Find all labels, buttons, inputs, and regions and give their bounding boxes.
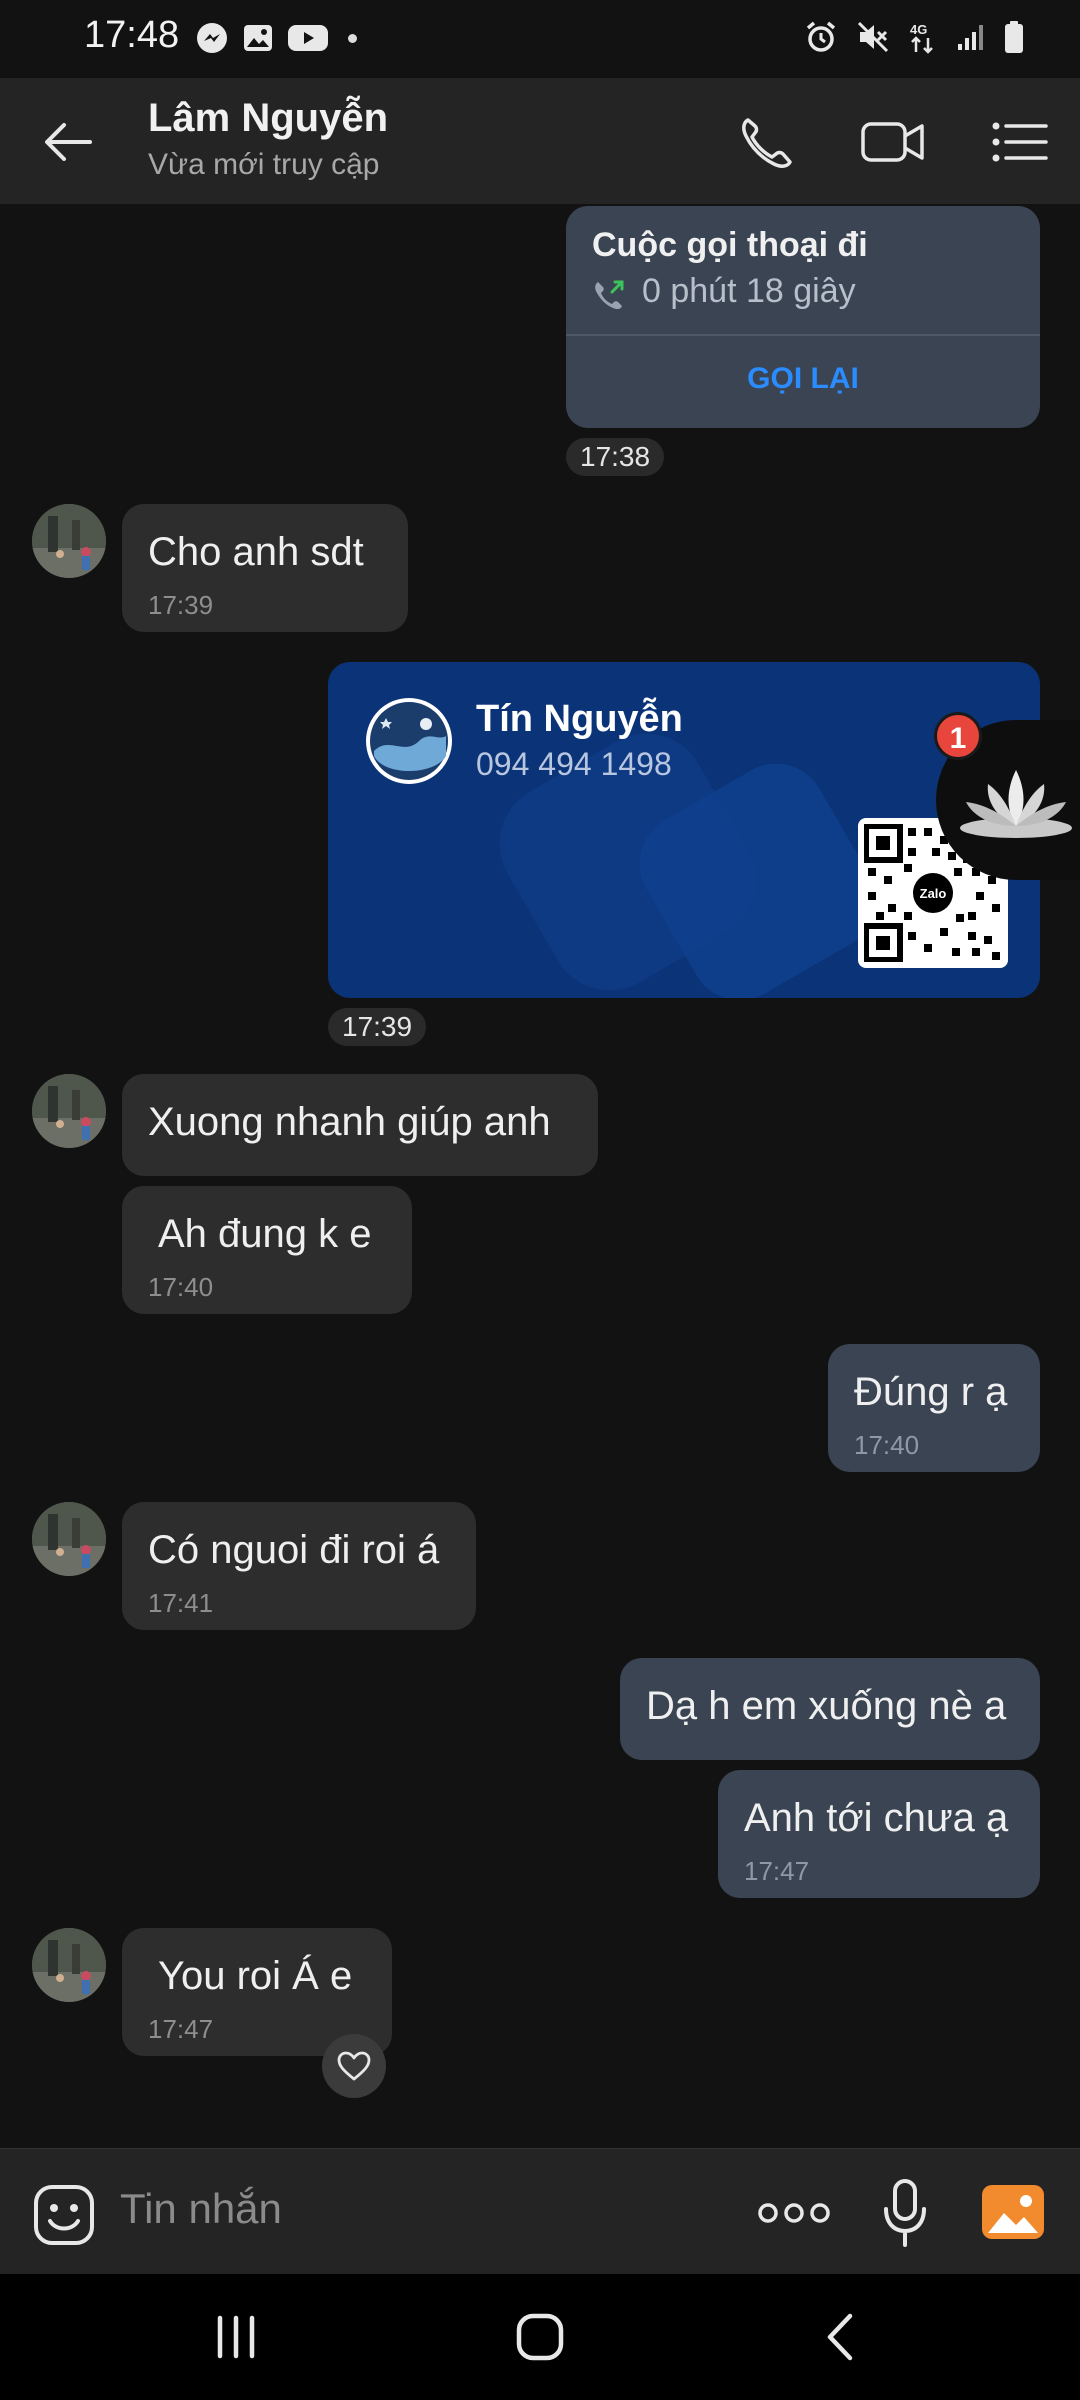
message-text: Có nguoi đi roi á [148,1528,440,1572]
timestamp-pill: 17:38 [566,438,665,476]
message-time: 17:47 [148,2014,214,2044]
signal-icon [958,25,983,50]
messenger-icon [197,23,227,53]
mute-icon [857,21,889,53]
system-nav-bar [0,2274,1080,2400]
message-time: 17:47 [744,1856,810,1886]
message-text: Anh tới chưa ạ [744,1796,1009,1840]
reaction-button[interactable] [322,2034,386,2098]
system-back-button[interactable] [816,2308,866,2366]
message-text: Cho anh sdt [148,530,364,574]
back-button[interactable] [38,112,98,172]
voice-call-button[interactable] [736,114,796,170]
unread-badge: 1 [934,712,982,760]
avatar[interactable] [32,1074,106,1148]
avatar-photo-icon [32,1928,106,2002]
message-text: Đúng r ạ [854,1370,1008,1414]
call-title: Cuộc gọi thoại đi [592,226,868,264]
contact-avatar-icon [366,698,452,784]
home-icon [516,2313,564,2361]
network-4g-icon: 4G [910,22,933,54]
divider [566,334,1040,336]
message-bubble-incoming[interactable]: Cho anh sdt 17:39 [122,504,408,632]
chevron-left-icon [827,2313,853,2361]
home-button[interactable] [510,2308,570,2366]
message-bubble-incoming[interactable]: Ah đung k e 17:40 [122,1186,412,1314]
shared-contact-phone: 094 494 1498 [476,746,672,782]
arrow-left-icon [45,123,92,161]
outgoing-call-icon [595,280,624,310]
status-bar: 17:48 4G [0,0,1080,78]
message-time: 17:40 [854,1430,920,1460]
qr-brand-label: Zalo [920,886,947,901]
more-dots-icon [758,2203,830,2223]
outgoing-call-card: Cuộc gọi thoại đi 0 phút 18 giây GỌI LẠI [566,206,1040,428]
message-text: Xuong nhanh giúp anh [148,1100,551,1144]
call-again-button[interactable]: GỌI LẠI [566,362,1040,396]
battery-icon [1005,21,1023,53]
timestamp-pill: 17:39 [328,1008,427,1046]
voice-record-button[interactable] [880,2177,930,2249]
list-menu-icon [992,122,1048,162]
heart-icon [337,2051,371,2081]
message-text: Dạ h em xuống nè a [646,1684,1007,1728]
recents-icon [217,2315,255,2359]
message-time: 17:39 [148,590,214,620]
video-camera-icon [861,122,924,162]
avatar[interactable] [32,1928,106,2002]
message-text: Ah đung k e [158,1212,372,1256]
shared-contact-name: Tín Nguyễn [476,698,683,740]
avatar-photo-icon [32,1502,106,1576]
status-time: 17:48 [84,14,180,56]
message-time: 17:40 [148,1272,214,1302]
image-icon [982,2185,1044,2239]
gallery-icon [244,25,272,51]
avatar-photo-icon [32,504,106,578]
chat-header: Lâm Nguyễn Vừa mới truy cập [0,78,1080,204]
microphone-icon [884,2179,926,2247]
video-call-button[interactable] [860,114,926,170]
youtube-icon [288,25,328,51]
recents-button[interactable] [206,2312,266,2362]
gallery-button[interactable] [980,2179,1046,2245]
message-bubble-incoming[interactable]: Có nguoi đi roi á 17:41 [122,1502,476,1630]
message-bubble-incoming[interactable]: Xuong nhanh giúp anh [122,1074,598,1176]
sticker-button[interactable] [32,2183,96,2247]
notification-dot [348,33,357,43]
svg-text:4G: 4G [910,22,927,37]
more-options-button[interactable] [756,2193,832,2233]
message-composer: Tin nhắn [0,2148,1080,2274]
lotus-icon [960,770,1072,838]
message-bubble-outgoing[interactable]: Dạ h em xuống nè a [620,1658,1040,1760]
avatar-photo-icon [32,1074,106,1148]
contact-name[interactable]: Lâm Nguyễn [148,96,388,141]
avatar[interactable] [32,1502,106,1576]
contact-status: Vừa mới truy cập [148,148,380,181]
avatar[interactable] [32,504,106,578]
message-text: You roi Á e [158,1954,353,1998]
alarm-icon [806,21,836,52]
emoji-sticker-icon [34,2185,94,2245]
shared-contact-card[interactable]: Tín Nguyễn 094 494 1498 Zalo [328,662,1040,998]
message-input[interactable]: Tin nhắn [120,2185,282,2233]
message-bubble-outgoing[interactable]: Anh tới chưa ạ 17:47 [718,1770,1040,1898]
phone-icon [742,118,792,168]
menu-button[interactable] [990,114,1050,170]
message-bubble-outgoing[interactable]: Đúng r ạ 17:40 [828,1344,1040,1472]
call-duration: 0 phút 18 giây [642,272,856,310]
message-time: 17:41 [148,1588,214,1618]
